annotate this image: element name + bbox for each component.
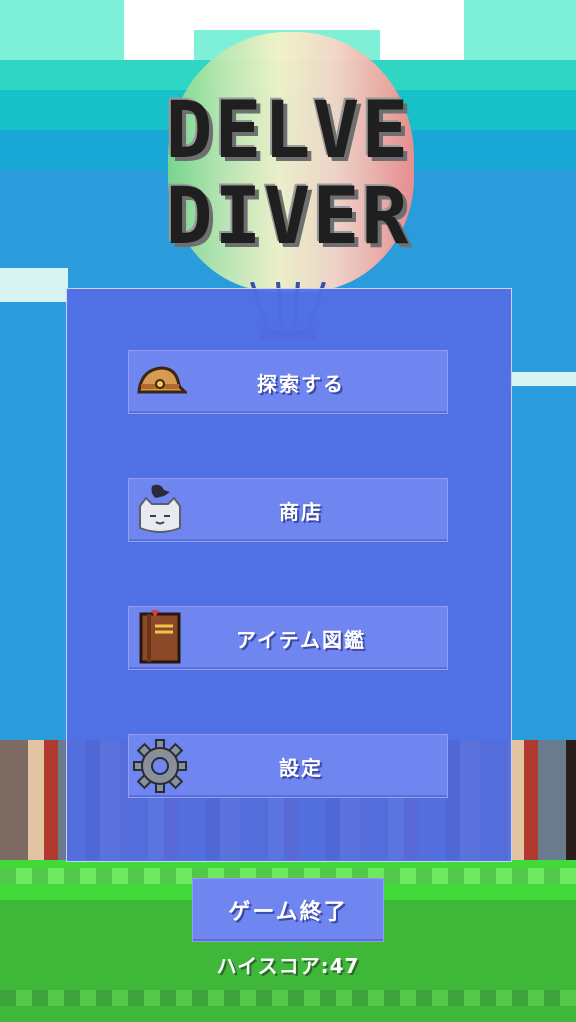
quit-game-label: ゲーム終了 bbox=[228, 900, 348, 925]
gear-icon bbox=[129, 735, 191, 797]
game-title-line1: DELVE bbox=[165, 86, 411, 176]
grass-pattern bbox=[0, 990, 576, 1006]
high-score: ハイスコア:47 bbox=[188, 950, 388, 979]
settings-label: 設定 bbox=[279, 755, 323, 780]
cloud bbox=[380, 0, 464, 60]
explorer-hat-icon bbox=[129, 351, 191, 413]
high-score-label: ハイスコア: bbox=[216, 954, 330, 978]
cat-merchant-icon bbox=[129, 479, 191, 541]
settings-button[interactable]: 設定 bbox=[128, 734, 448, 798]
shop-button[interactable]: 商店 bbox=[128, 478, 448, 542]
explore-button[interactable]: 探索する bbox=[128, 350, 448, 414]
shop-label: 商店 bbox=[279, 499, 323, 524]
cloud bbox=[0, 268, 68, 302]
explore-label: 探索する bbox=[257, 371, 345, 396]
item-encyclopedia-button[interactable]: アイテム図鑑 bbox=[128, 606, 448, 670]
quit-game-button[interactable]: ゲーム終了 bbox=[192, 878, 384, 942]
book-icon bbox=[129, 607, 191, 669]
high-score-value: 47 bbox=[329, 954, 360, 978]
game-title-line2: DIVER bbox=[165, 172, 411, 262]
item-encyclopedia-label: アイテム図鑑 bbox=[236, 627, 366, 652]
cloud bbox=[510, 372, 576, 386]
